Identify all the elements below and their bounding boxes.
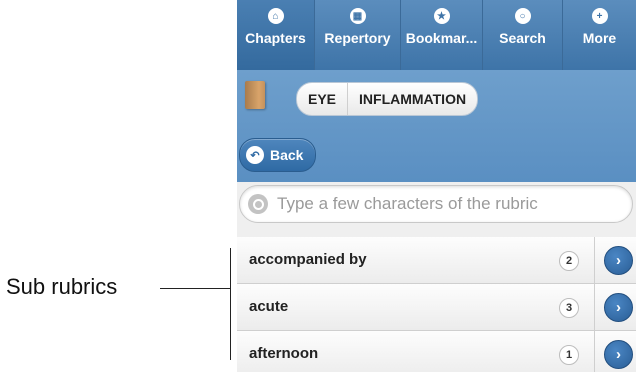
row-divider: [594, 237, 595, 283]
count-badge: 2: [559, 251, 579, 271]
list-item[interactable]: afternoon 1 ›: [237, 331, 636, 372]
search-icon: ○: [514, 8, 531, 24]
back-button-label: Back: [270, 147, 304, 163]
tab-label: Bookmar...: [405, 30, 478, 46]
tab-chapters[interactable]: ⌂ Chapters: [237, 0, 315, 70]
tab-repertory[interactable]: ▦ Repertory: [315, 0, 401, 70]
grid-icon: ▦: [349, 8, 366, 24]
back-button[interactable]: ↶ Back: [239, 138, 317, 172]
tab-label: Search: [499, 30, 546, 46]
search-area: [237, 182, 636, 238]
tab-label: Repertory: [324, 30, 391, 46]
sub-rubrics-annotation: Sub rubrics: [6, 274, 118, 299]
tab-bar: ⌂ Chapters ▦ Repertory ★ Bookmar... ○ Se…: [237, 0, 636, 71]
tab-label: More: [582, 30, 617, 46]
home-icon: ⌂: [267, 8, 284, 24]
search-icon: [248, 194, 268, 214]
app-screen: ⌂ Chapters ▦ Repertory ★ Bookmar... ○ Se…: [237, 0, 636, 372]
rubric-label: accompanied by: [249, 251, 367, 268]
annotation-bracket-line: [230, 248, 231, 360]
rubric-search-input[interactable]: [275, 193, 609, 215]
breadcrumb-inflammation[interactable]: INFLAMMATION: [347, 83, 477, 115]
book-icon: [245, 81, 265, 109]
list-item[interactable]: acute 3 ›: [237, 284, 636, 331]
back-arrow-icon: ↶: [246, 146, 264, 164]
count-badge: 1: [559, 345, 579, 365]
plus-icon: +: [591, 8, 608, 24]
chevron-right-icon[interactable]: ›: [604, 340, 633, 369]
tab-more[interactable]: + More: [563, 0, 636, 70]
chevron-right-icon[interactable]: ›: [604, 246, 633, 275]
chevron-right-icon[interactable]: ›: [604, 293, 633, 322]
sub-rubric-list: accompanied by 2 › acute 3 › afternoon 1…: [237, 237, 636, 372]
row-divider: [594, 331, 595, 372]
tab-label: Chapters: [245, 30, 306, 46]
tab-search[interactable]: ○ Search: [483, 0, 563, 70]
annotation-leader-line: [160, 288, 230, 289]
breadcrumb: EYE INFLAMMATION: [296, 82, 479, 116]
rubric-label: afternoon: [249, 345, 319, 362]
list-item[interactable]: accompanied by 2 ›: [237, 237, 636, 284]
count-badge: 3: [559, 298, 579, 318]
star-icon: ★: [433, 8, 450, 24]
header-bar: EYE INFLAMMATION ↶ Back: [237, 70, 636, 182]
row-divider: [594, 284, 595, 330]
tab-bookmarks[interactable]: ★ Bookmar...: [401, 0, 483, 70]
search-field[interactable]: [239, 185, 633, 223]
breadcrumb-eye[interactable]: EYE: [297, 83, 347, 115]
rubric-label: acute: [249, 298, 289, 315]
